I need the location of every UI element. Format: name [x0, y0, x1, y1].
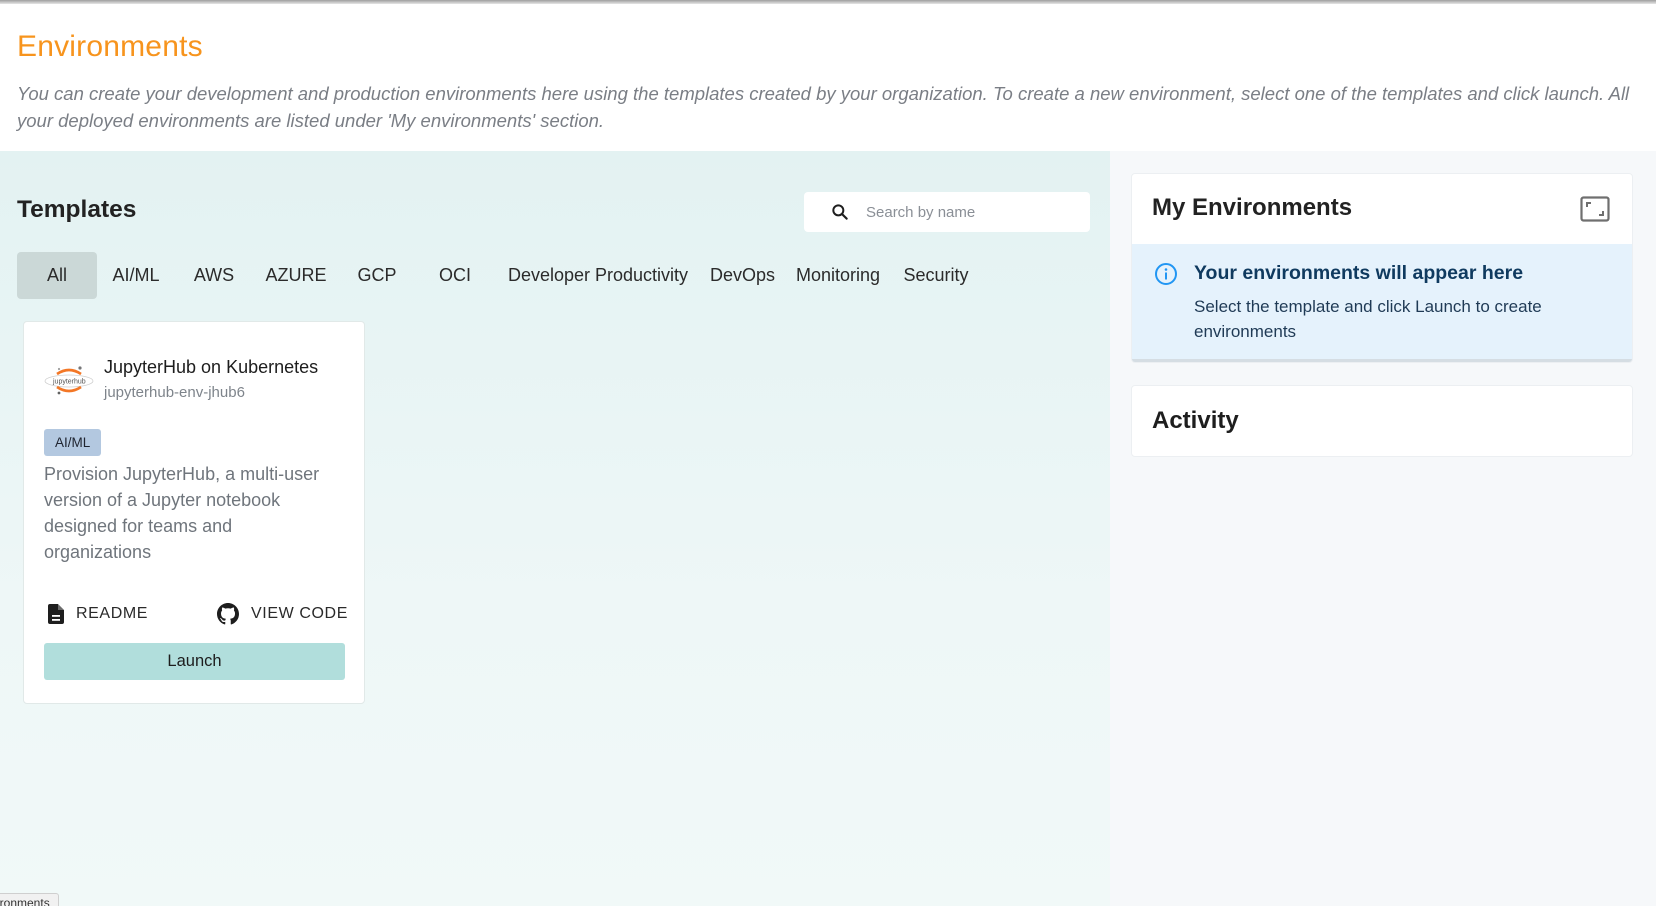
search-input[interactable] [866, 203, 1076, 221]
page-title: Environments [17, 30, 203, 63]
view-code-label: VIEW CODE [251, 605, 348, 622]
status-tooltip: vironments [0, 893, 59, 906]
environments-panel: My Environments Your environments will a… [1110, 151, 1656, 906]
activity-title: Activity [1152, 407, 1239, 434]
tab-devops[interactable]: DevOps [710, 252, 775, 299]
view-code-link[interactable]: VIEW CODE [217, 601, 348, 627]
readme-link[interactable]: README [48, 601, 148, 627]
svg-text:jupyterhub: jupyterhub [52, 379, 86, 386]
readme-label: README [76, 605, 149, 622]
empty-state-text: Select the template and click Launch to … [1194, 297, 1542, 341]
tab-oci[interactable]: OCI [435, 252, 475, 299]
page-description: You can create your development and prod… [17, 83, 1630, 131]
tab-monitoring[interactable]: Monitoring [793, 252, 883, 299]
tab-gcp[interactable]: GCP [352, 252, 402, 299]
github-icon [217, 603, 239, 625]
page-header: Environments You can create your develop… [0, 4, 1656, 151]
tab-azure[interactable]: AZURE [263, 252, 329, 299]
templates-title: Templates [17, 196, 137, 223]
template-card: jupyterhub JupyterHub on Kubernetes jupy… [23, 321, 365, 704]
category-tag: AI/ML [44, 429, 102, 456]
empty-state-alert: Your environments will appear here Selec… [1132, 244, 1632, 362]
tab-developer-productivity[interactable]: Developer Productivity [505, 252, 691, 299]
expand-icon[interactable] [1580, 196, 1610, 222]
empty-state-title: Your environments will appear here [1194, 262, 1524, 284]
template-subtitle: jupyterhub-env-jhub6 [104, 384, 245, 401]
template-title: JupyterHub on Kubernetes [104, 357, 319, 377]
tab-all[interactable]: All [17, 252, 97, 299]
jupyterhub-logo: jupyterhub [44, 366, 94, 395]
my-environments-title: My Environments [1152, 194, 1353, 221]
launch-button[interactable]: Launch [44, 643, 345, 680]
template-description: Provision JupyterHub, a multi-user versi… [44, 464, 320, 562]
templates-panel: Templates All AI/ML AWS AZURE GCP OCI De… [0, 151, 1110, 906]
search-box[interactable] [804, 192, 1090, 232]
info-icon [1155, 263, 1177, 285]
tab-aws[interactable]: AWS [189, 252, 239, 299]
search-icon [832, 204, 848, 220]
tab-security[interactable]: Security [902, 252, 970, 299]
file-icon [48, 604, 64, 624]
activity-card: Activity [1131, 385, 1633, 457]
my-environments-card: My Environments Your environments will a… [1131, 173, 1633, 363]
tab-ai-ml[interactable]: AI/ML [103, 252, 169, 299]
